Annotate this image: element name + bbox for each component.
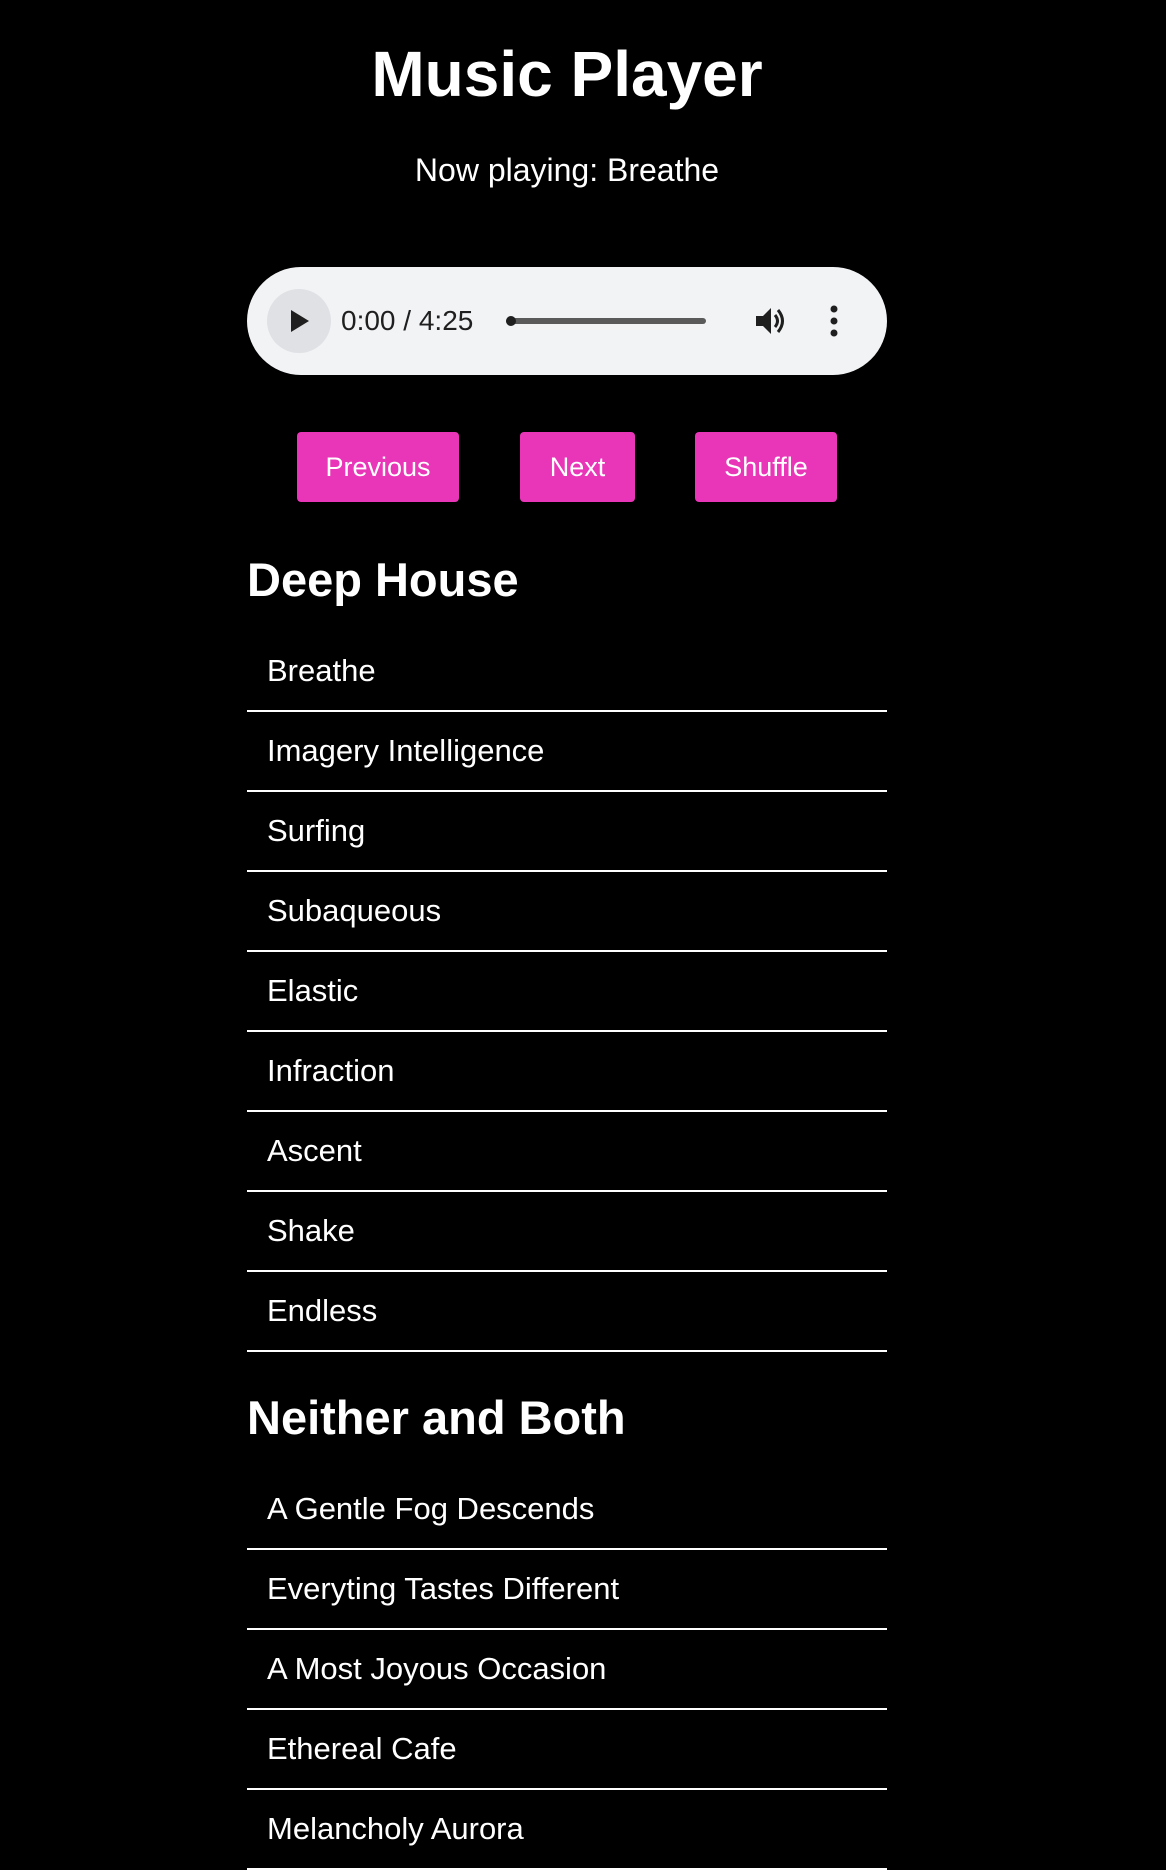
track-item[interactable]: A Most Joyous Occasion	[247, 1630, 887, 1710]
seek-thumb[interactable]	[506, 316, 516, 326]
next-button[interactable]: Next	[520, 432, 635, 502]
duration: 4:25	[418, 305, 474, 336]
volume-button[interactable]	[752, 303, 788, 339]
seek-slider[interactable]	[506, 316, 706, 326]
track-item[interactable]: Melancholy Aurora	[247, 1790, 887, 1870]
track-item[interactable]: Shake	[247, 1192, 887, 1272]
now-playing-track: Breathe	[607, 152, 720, 188]
more-options-button[interactable]	[825, 303, 843, 339]
previous-button[interactable]: Previous	[297, 432, 459, 502]
album-title: Deep House	[247, 553, 519, 606]
time-readout: 0:00 / 4:25	[341, 303, 473, 339]
page-title: Music Player	[371, 38, 763, 110]
track-item[interactable]: Elastic	[247, 952, 887, 1032]
time-separator: /	[395, 305, 419, 336]
track-item[interactable]: Everyting Tastes Different	[247, 1550, 887, 1630]
more-vertical-icon	[830, 305, 838, 337]
track-item[interactable]: Ascent	[247, 1112, 887, 1192]
track-list: A Gentle Fog Descends Everyting Tastes D…	[247, 1470, 887, 1870]
now-playing-label: Now playing:	[414, 152, 607, 188]
track-item[interactable]: Breathe	[247, 632, 887, 712]
track-item[interactable]: Imagery Intelligence	[247, 712, 887, 792]
play-button[interactable]	[267, 289, 331, 353]
track-item[interactable]: Infraction	[247, 1032, 887, 1112]
track-item[interactable]: Endless	[247, 1272, 887, 1352]
now-playing-text: Now playing: Breathe	[0, 150, 1134, 190]
track-item[interactable]: Ethereal Cafe	[247, 1710, 887, 1790]
current-time: 0:00	[341, 305, 396, 336]
track-item[interactable]: A Gentle Fog Descends	[247, 1470, 887, 1550]
volume-icon	[756, 308, 784, 334]
album-neither-and-both: Neither and Both A Gentle Fog Descends E…	[247, 1390, 887, 1870]
track-item[interactable]: Subaqueous	[247, 872, 887, 952]
track-list: Breathe Imagery Intelligence Surfing Sub…	[247, 632, 887, 1352]
album-deep-house: Deep House Breathe Imagery Intelligence …	[247, 552, 887, 1352]
play-icon	[291, 310, 309, 332]
playback-controls: Previous Next Shuffle	[0, 432, 1166, 502]
track-item[interactable]: Surfing	[247, 792, 887, 872]
audio-player: 0:00 / 4:25	[247, 267, 887, 375]
shuffle-button[interactable]: Shuffle	[695, 432, 837, 502]
album-title: Neither and Both	[247, 1391, 626, 1444]
